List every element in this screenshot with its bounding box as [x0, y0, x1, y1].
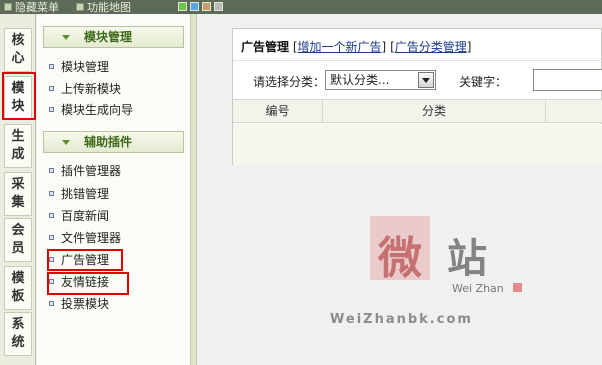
sidebar-item-error-report[interactable]: 挑错管理	[49, 185, 109, 203]
section-header-plugins[interactable]: 辅助插件	[43, 131, 184, 153]
map-icon	[76, 3, 84, 11]
function-map-label: 功能地图	[87, 1, 131, 14]
theme-swatch-green[interactable]	[178, 2, 187, 11]
sidebar-item-label: 模块管理	[61, 60, 110, 74]
theme-swatch-gray[interactable]	[214, 2, 223, 11]
sidebar-item-vote-module[interactable]: 投票模块	[49, 295, 109, 313]
tab-template-label: 模板	[11, 271, 25, 304]
title-divider	[233, 60, 602, 61]
bullet-icon	[49, 301, 54, 306]
bullet-icon	[49, 86, 54, 91]
column-header-id[interactable]: 编号	[233, 100, 323, 122]
bullet-icon	[49, 64, 54, 69]
tab-collect[interactable]: 采集	[4, 172, 32, 216]
sidebar-item-label: 投票模块	[61, 297, 110, 311]
collapse-arrow-icon	[62, 140, 70, 145]
section-header-module-management[interactable]: 模块管理	[43, 26, 184, 48]
category-select[interactable]: 默认分类...	[325, 70, 436, 90]
tab-generate-label: 生成	[11, 129, 25, 162]
theme-swatches	[178, 2, 223, 11]
vertical-tab-column: 核心 模块 生成 采集 会员 模板 系统	[0, 14, 36, 365]
tab-member-label: 会员	[11, 223, 25, 256]
tab-generate[interactable]: 生成	[4, 124, 32, 168]
function-map-button[interactable]: 功能地图	[76, 0, 131, 14]
bracket-close: ]	[381, 40, 387, 54]
sidebar-item-label: 模块生成向导	[61, 103, 134, 117]
watermark-dot	[513, 283, 522, 292]
keyword-input[interactable]	[533, 69, 602, 91]
sidebar-item-plugin-manager[interactable]: 插件管理器	[49, 162, 121, 180]
tab-system-label: 系统	[11, 317, 25, 350]
ad-category-link[interactable]: 广告分类管理	[395, 40, 467, 54]
sidebar-item-label: 插件管理器	[61, 164, 122, 178]
theme-swatch-brown[interactable]	[202, 2, 211, 11]
tab-core-label: 核心	[11, 33, 25, 66]
column-header-category[interactable]: 分类	[323, 100, 546, 122]
bullet-icon	[49, 191, 54, 196]
add-ad-link[interactable]: 增加一个新广告	[298, 40, 382, 54]
watermark-logo: 微	[378, 233, 422, 284]
bullet-icon	[49, 213, 54, 218]
bullet-icon	[49, 168, 54, 173]
sidebar-item-label: 挑错管理	[61, 187, 110, 201]
page-title: 广告管理	[241, 40, 290, 54]
section-title: 辅助插件	[84, 135, 133, 149]
bullet-icon	[49, 107, 54, 112]
keyword-label: 关键字：	[459, 75, 508, 89]
bullet-icon	[49, 235, 54, 240]
collapse-arrow-icon	[62, 35, 70, 40]
highlight-box-friend-links	[47, 272, 129, 295]
sidebar-item-label: 文件管理器	[61, 231, 122, 245]
category-select-value: 默认分类...	[330, 73, 390, 87]
highlight-box-module-tab	[2, 72, 36, 120]
sidebar-item-label: 百度新闻	[61, 209, 110, 223]
tab-core[interactable]: 核心	[4, 28, 32, 72]
tab-collect-label: 采集	[11, 177, 25, 210]
bracket-close: ]	[466, 40, 472, 54]
tab-system[interactable]: 系统	[4, 312, 32, 356]
tab-member[interactable]: 会员	[4, 218, 32, 262]
theme-swatch-blue[interactable]	[190, 2, 199, 11]
panel-title-row: 广告管理 [增加一个新广告] [广告分类管理]	[241, 38, 471, 55]
sidebar-item-file-manager[interactable]: 文件管理器	[49, 229, 121, 247]
highlight-box-ad-management	[47, 249, 123, 271]
chevron-down-icon[interactable]	[418, 72, 434, 88]
sidebar-item-module-wizard[interactable]: 模块生成向导	[49, 101, 133, 119]
tab-template[interactable]: 模板	[4, 266, 32, 310]
watermark-subtitle: Wei Zhan	[452, 282, 504, 295]
sidebar-splitter[interactable]	[190, 14, 197, 365]
watermark-logo-char: 站	[447, 235, 487, 282]
watermark-url: WeiZhanbk.com	[330, 312, 473, 327]
section-title: 模块管理	[84, 30, 133, 44]
top-toolbar: 隐藏菜单 功能地图	[0, 0, 602, 14]
hide-menu-label: 隐藏菜单	[15, 1, 59, 14]
sidebar-item-module-management[interactable]: 模块管理	[49, 58, 109, 76]
table-body	[233, 124, 602, 165]
table-header: 编号 分类	[233, 99, 602, 123]
hide-menu-button[interactable]: 隐藏菜单	[4, 0, 59, 14]
sidebar-item-label: 上传新模块	[61, 82, 122, 96]
sidebar: 模块管理 模块管理 上传新模块 模块生成向导 辅助插件 插件管理器 挑错管理 百…	[37, 14, 190, 365]
category-filter-label: 请选择分类：	[253, 75, 326, 89]
sidebar-item-baidu-news[interactable]: 百度新闻	[49, 207, 109, 225]
hide-menu-icon	[4, 3, 12, 11]
sidebar-item-upload-module[interactable]: 上传新模块	[49, 80, 121, 98]
ad-management-panel: 广告管理 [增加一个新广告] [广告分类管理] 请选择分类： 默认分类... 关…	[232, 28, 602, 165]
